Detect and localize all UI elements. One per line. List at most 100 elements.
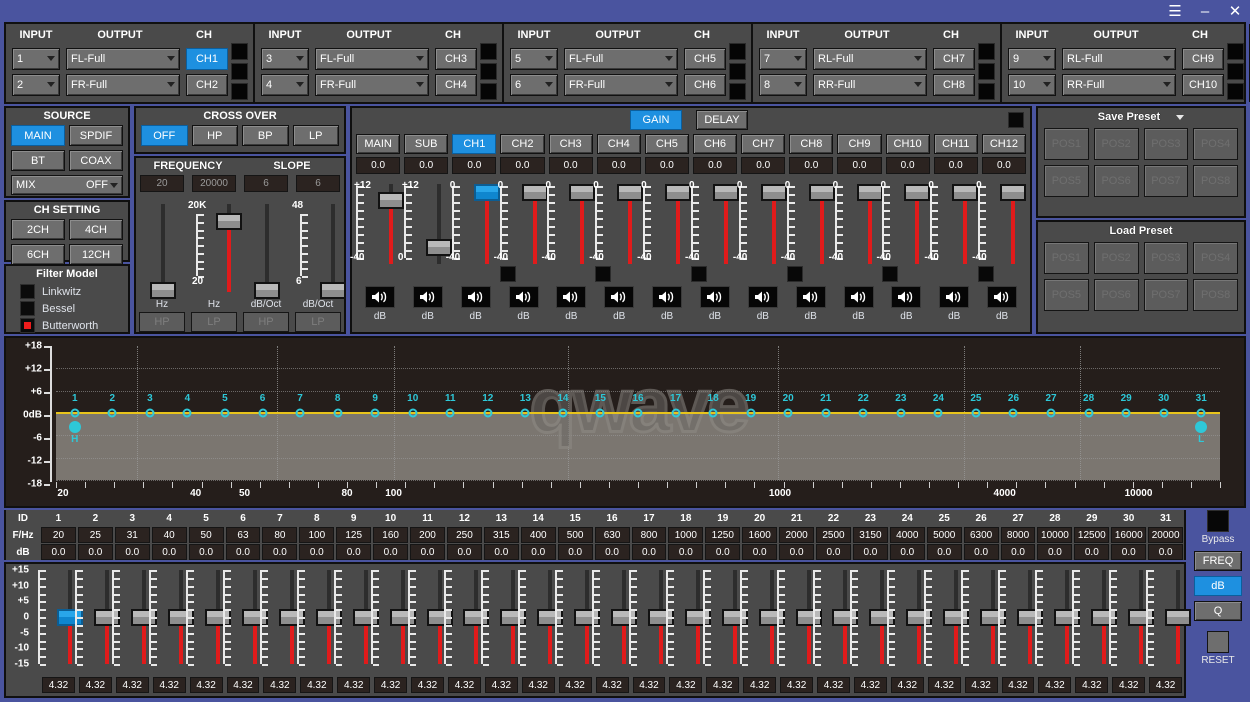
output-select-CH4[interactable]: FR-Full	[315, 74, 429, 96]
eq-freq-cell[interactable]: 40	[152, 527, 187, 543]
eq-mode-button-db[interactable]: dB	[1194, 576, 1242, 596]
eq-db-cell[interactable]: 0.0	[890, 544, 925, 560]
channel-value-ch2[interactable]: 0.0	[500, 157, 544, 174]
eq-q-value-15[interactable]: 4.32	[559, 677, 592, 693]
channel-value-ch6[interactable]: 0.0	[693, 157, 737, 174]
output-select-CH9[interactable]: RL-Full	[1062, 48, 1176, 70]
channel-tab-ch1[interactable]: CH1	[452, 134, 496, 154]
eq-q-value-3[interactable]: 4.32	[116, 677, 149, 693]
save-preset-slot-pos5[interactable]: POS5	[1044, 165, 1089, 197]
output-select-CH7[interactable]: RL-Full	[813, 48, 927, 70]
input-select-6[interactable]: 6	[510, 74, 558, 96]
eq-q-value-13[interactable]: 4.32	[485, 677, 518, 693]
input-select-4[interactable]: 4	[261, 74, 309, 96]
mute-speaker-icon[interactable]	[413, 286, 443, 308]
eq-freq-cell[interactable]: 100	[299, 527, 334, 543]
crossover-button-off[interactable]: OFF	[141, 125, 188, 146]
load-preset-slot-pos1[interactable]: POS1	[1044, 242, 1089, 274]
input-select-5[interactable]: 5	[510, 48, 558, 70]
eq-db-cell[interactable]: 0.0	[41, 544, 76, 560]
ch-setting-button-2ch[interactable]: 2CH	[11, 219, 65, 240]
eq-marker-dot-L[interactable]	[1195, 421, 1207, 433]
routing-led[interactable]	[978, 43, 995, 60]
mute-speaker-icon[interactable]	[509, 286, 539, 308]
mute-speaker-icon[interactable]	[891, 286, 921, 308]
eq-freq-cell[interactable]: 31	[115, 527, 150, 543]
eq-q-value-11[interactable]: 4.32	[411, 677, 444, 693]
bypass-toggle[interactable]	[1207, 510, 1229, 532]
eq-node-3[interactable]	[145, 409, 154, 418]
eq-q-value-16[interactable]: 4.32	[596, 677, 629, 693]
mute-speaker-icon[interactable]	[604, 286, 634, 308]
mute-speaker-icon[interactable]	[700, 286, 730, 308]
routing-led[interactable]	[480, 63, 497, 80]
routing-led[interactable]	[480, 43, 497, 60]
eq-freq-cell[interactable]: 1250	[705, 527, 740, 543]
eq-freq-cell[interactable]: 80	[262, 527, 297, 543]
eq-q-value-25[interactable]: 4.32	[928, 677, 961, 693]
save-preset-slot-pos8[interactable]: POS8	[1193, 165, 1238, 197]
crossover-button-hp[interactable]: HP	[192, 125, 239, 146]
eq-fader-slider-31[interactable]	[1165, 570, 1191, 664]
freq-slope-button-1[interactable]: HP	[139, 312, 185, 332]
eq-db-cell[interactable]: 0.0	[1111, 544, 1146, 560]
input-select-8[interactable]: 8	[759, 74, 807, 96]
eq-freq-cell[interactable]: 20	[41, 527, 76, 543]
save-preset-slot-pos3[interactable]: POS3	[1144, 128, 1189, 160]
load-preset-slot-pos7[interactable]: POS7	[1144, 279, 1189, 311]
eq-freq-cell[interactable]: 12500	[1074, 527, 1109, 543]
eq-db-cell[interactable]: 0.0	[373, 544, 408, 560]
eq-node-21[interactable]	[821, 409, 830, 418]
save-preset-slot-pos6[interactable]: POS6	[1094, 165, 1139, 197]
routing-led[interactable]	[231, 43, 248, 60]
channel-tab-ch3[interactable]: CH3	[549, 134, 593, 154]
channel-button-CH5[interactable]: CH5	[684, 48, 726, 70]
output-select-CH1[interactable]: FL-Full	[66, 48, 180, 70]
routing-led[interactable]	[1227, 83, 1244, 100]
channel-tab-sub[interactable]: SUB	[404, 134, 448, 154]
eq-node-27[interactable]	[1047, 409, 1056, 418]
freq-slope-slider-4[interactable]: 486	[292, 198, 344, 298]
channel-tab-main[interactable]: MAIN	[356, 134, 400, 154]
gain-block-indicator[interactable]	[978, 266, 994, 282]
eq-db-cell[interactable]: 0.0	[115, 544, 150, 560]
channel-value-ch12[interactable]: 0.0	[982, 157, 1026, 174]
eq-q-value-17[interactable]: 4.32	[633, 677, 666, 693]
eq-q-value-4[interactable]: 4.32	[153, 677, 186, 693]
hamburger-icon[interactable]: ☰	[1160, 0, 1190, 22]
load-preset-slot-pos5[interactable]: POS5	[1044, 279, 1089, 311]
eq-db-cell[interactable]: 0.0	[78, 544, 113, 560]
channel-tab-ch8[interactable]: CH8	[789, 134, 833, 154]
channel-value-ch8[interactable]: 0.0	[789, 157, 833, 174]
channel-button-CH7[interactable]: CH7	[933, 48, 975, 70]
save-preset-slot-pos2[interactable]: POS2	[1094, 128, 1139, 160]
eq-freq-cell[interactable]: 250	[447, 527, 482, 543]
eq-node-29[interactable]	[1122, 409, 1131, 418]
eq-freq-cell[interactable]: 2000	[779, 527, 814, 543]
eq-db-cell[interactable]: 0.0	[964, 544, 999, 560]
channel-tab-ch7[interactable]: CH7	[741, 134, 785, 154]
reset-button[interactable]	[1207, 631, 1229, 653]
eq-node-20[interactable]	[784, 409, 793, 418]
eq-marker-dot-H[interactable]	[69, 421, 81, 433]
channel-tab-ch11[interactable]: CH11	[934, 134, 978, 154]
eq-freq-cell[interactable]: 400	[521, 527, 556, 543]
eq-node-14[interactable]	[558, 409, 567, 418]
routing-led[interactable]	[978, 83, 995, 100]
mute-speaker-icon[interactable]	[844, 286, 874, 308]
filter-model-option-linkwitz[interactable]: Linkwitz	[6, 283, 128, 300]
eq-freq-cell[interactable]: 4000	[890, 527, 925, 543]
eq-db-cell[interactable]: 0.0	[705, 544, 740, 560]
input-select-9[interactable]: 9	[1008, 48, 1056, 70]
eq-q-value-8[interactable]: 4.32	[300, 677, 333, 693]
load-preset-slot-pos6[interactable]: POS6	[1094, 279, 1139, 311]
crossover-button-lp[interactable]: LP	[293, 125, 340, 146]
radio-icon[interactable]	[20, 284, 35, 299]
freq-slope-button-2[interactable]: LP	[191, 312, 237, 332]
eq-q-value-9[interactable]: 4.32	[337, 677, 370, 693]
routing-led[interactable]	[729, 83, 746, 100]
routing-led[interactable]	[729, 63, 746, 80]
eq-db-cell[interactable]: 0.0	[521, 544, 556, 560]
save-preset-slot-pos7[interactable]: POS7	[1144, 165, 1189, 197]
channel-value-ch11[interactable]: 0.0	[934, 157, 978, 174]
